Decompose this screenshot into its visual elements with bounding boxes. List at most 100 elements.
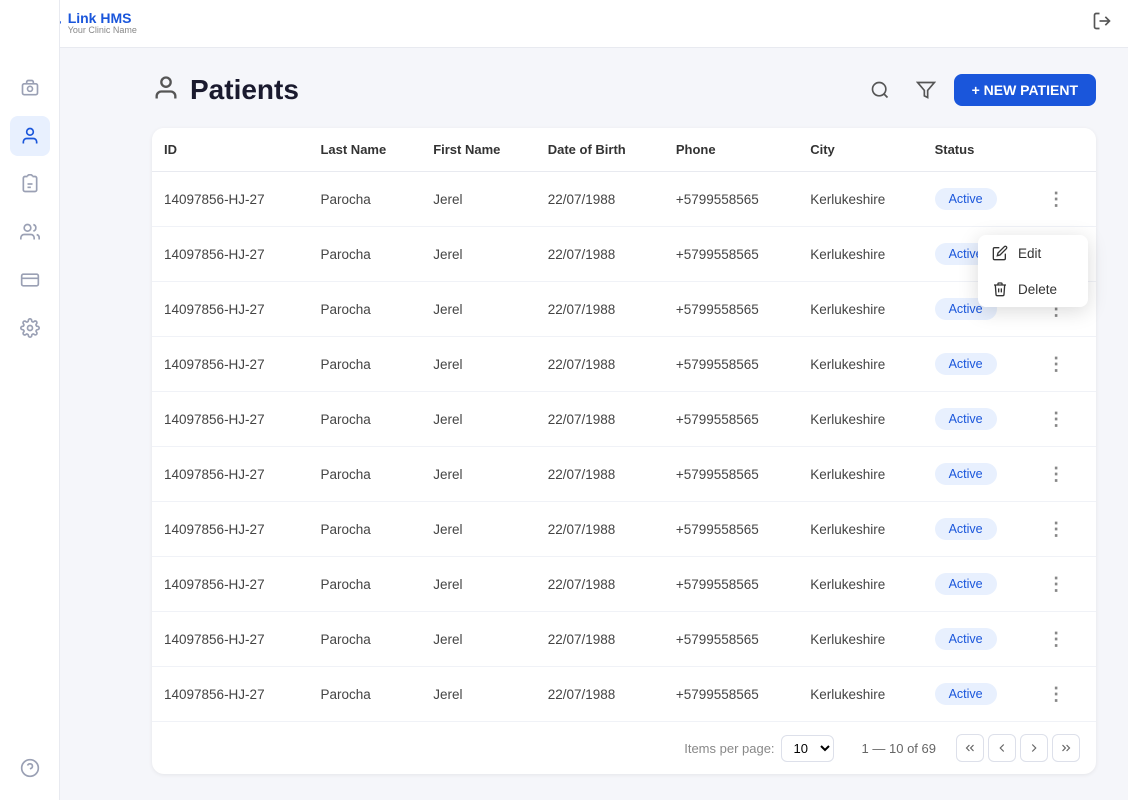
- last-page-icon: [1059, 741, 1073, 755]
- sidebar-item-help[interactable]: [10, 748, 50, 788]
- col-city: City: [798, 128, 922, 172]
- cell-status: Active: [923, 502, 1031, 557]
- cell-action[interactable]: ⋮: [1031, 502, 1096, 557]
- prev-page-button[interactable]: [988, 734, 1016, 762]
- sidebar-bottom: [10, 748, 50, 788]
- cell-3: 22/07/1988: [536, 667, 664, 722]
- topbar: + Link HMS Your Clinic Name: [0, 0, 1128, 48]
- cell-status: Active: [923, 172, 1031, 227]
- col-dob: Date of Birth: [536, 128, 664, 172]
- sidebar-item-camera[interactable]: [10, 68, 50, 108]
- first-page-button[interactable]: [956, 734, 984, 762]
- col-status: Status: [923, 128, 1031, 172]
- table-row: 14097856-HJ-27ParochaJerel22/07/1988+579…: [152, 502, 1096, 557]
- brand-name: Link HMS Your Clinic Name: [68, 11, 137, 36]
- cell-action[interactable]: ⋮: [1031, 392, 1096, 447]
- cell-1: Parocha: [308, 502, 421, 557]
- cell-1: Parocha: [308, 612, 421, 667]
- search-icon: [870, 80, 890, 100]
- cell-2: Jerel: [421, 392, 536, 447]
- cell-2: Jerel: [421, 447, 536, 502]
- cell-4: +5799558565: [664, 282, 798, 337]
- cell-status: Active: [923, 612, 1031, 667]
- context-menu-edit-label: Edit: [1018, 246, 1041, 261]
- header-actions: + NEW PATIENT: [862, 72, 1096, 108]
- cell-3: 22/07/1988: [536, 392, 664, 447]
- cell-3: 22/07/1988: [536, 337, 664, 392]
- table-row: 14097856-HJ-27ParochaJerel22/07/1988+579…: [152, 612, 1096, 667]
- cell-0: 14097856-HJ-27: [152, 282, 308, 337]
- sidebar-item-lab[interactable]: [10, 164, 50, 204]
- brand-name-main: Link HMS: [68, 11, 137, 26]
- per-page-label: Items per page:: [684, 741, 774, 756]
- sidebar-item-group[interactable]: [10, 212, 50, 252]
- cell-4: +5799558565: [664, 447, 798, 502]
- page-title-group: Patients: [152, 74, 299, 107]
- cell-action[interactable]: ⋮: [1031, 557, 1096, 612]
- next-page-button[interactable]: [1020, 734, 1048, 762]
- cell-status: Active: [923, 337, 1031, 392]
- cell-5: Kerlukeshire: [798, 282, 922, 337]
- cell-0: 14097856-HJ-27: [152, 612, 308, 667]
- cell-5: Kerlukeshire: [798, 557, 922, 612]
- cell-1: Parocha: [308, 282, 421, 337]
- cell-0: 14097856-HJ-27: [152, 502, 308, 557]
- patients-icon: [152, 74, 180, 107]
- cell-action[interactable]: ⋮: [1031, 337, 1096, 392]
- status-badge: Active: [935, 628, 997, 650]
- cell-4: +5799558565: [664, 172, 798, 227]
- cell-0: 14097856-HJ-27: [152, 337, 308, 392]
- new-patient-button[interactable]: + NEW PATIENT: [954, 74, 1096, 106]
- table-row: 14097856-HJ-27ParochaJerel22/07/1988+579…: [152, 447, 1096, 502]
- filter-button[interactable]: [908, 72, 944, 108]
- brand-name-sub: Your Clinic Name: [68, 26, 137, 36]
- cell-action[interactable]: ⋮: [1031, 667, 1096, 722]
- cell-3: 22/07/1988: [536, 227, 664, 282]
- cell-status: Active: [923, 447, 1031, 502]
- cell-5: Kerlukeshire: [798, 337, 922, 392]
- sidebar-item-patients[interactable]: [10, 116, 50, 156]
- table-row: 14097856-HJ-27ParochaJerel22/07/1988+579…: [152, 667, 1096, 722]
- cell-0: 14097856-HJ-27: [152, 392, 308, 447]
- row-action-button[interactable]: ⋮: [1043, 680, 1071, 708]
- row-action-button[interactable]: ⋮: [1043, 570, 1071, 598]
- col-actions: [1031, 128, 1096, 172]
- cell-5: Kerlukeshire: [798, 667, 922, 722]
- cell-action[interactable]: ⋮: [1031, 612, 1096, 667]
- cell-2: Jerel: [421, 337, 536, 392]
- row-action-button[interactable]: ⋮: [1043, 625, 1071, 653]
- per-page-select[interactable]: 10 25 50: [781, 735, 834, 762]
- cell-4: +5799558565: [664, 557, 798, 612]
- row-action-button[interactable]: ⋮: [1043, 460, 1071, 488]
- cell-2: Jerel: [421, 612, 536, 667]
- cell-2: Jerel: [421, 172, 536, 227]
- last-page-button[interactable]: [1052, 734, 1080, 762]
- cell-4: +5799558565: [664, 667, 798, 722]
- edit-icon: [992, 245, 1008, 261]
- cell-status: Active: [923, 557, 1031, 612]
- row-action-button[interactable]: ⋮: [1043, 515, 1071, 543]
- context-menu-delete[interactable]: Delete: [978, 271, 1088, 307]
- row-action-button[interactable]: ⋮: [1043, 185, 1071, 213]
- topbar-logout[interactable]: [1092, 11, 1112, 36]
- sidebar-item-settings[interactable]: [10, 308, 50, 348]
- sidebar-item-billing[interactable]: [10, 260, 50, 300]
- row-action-button[interactable]: ⋮: [1043, 405, 1071, 433]
- cell-2: Jerel: [421, 667, 536, 722]
- page-title: Patients: [190, 74, 299, 106]
- cell-1: Parocha: [308, 227, 421, 282]
- search-button[interactable]: [862, 72, 898, 108]
- context-menu-edit[interactable]: Edit: [978, 235, 1088, 271]
- cell-0: 14097856-HJ-27: [152, 667, 308, 722]
- table-row: 14097856-HJ-27ParochaJerel22/07/1988+579…: [152, 172, 1096, 227]
- table-row: 14097856-HJ-27ParochaJerel22/07/1988+579…: [152, 227, 1096, 282]
- col-last-name: Last Name: [308, 128, 421, 172]
- cell-3: 22/07/1988: [536, 282, 664, 337]
- cell-status: Active: [923, 667, 1031, 722]
- filter-icon: [916, 80, 936, 100]
- status-badge: Active: [935, 353, 997, 375]
- cell-action[interactable]: ⋮: [1031, 172, 1096, 227]
- row-action-button[interactable]: ⋮: [1043, 350, 1071, 378]
- items-per-page: Items per page: 10 25 50: [684, 735, 833, 762]
- cell-action[interactable]: ⋮: [1031, 447, 1096, 502]
